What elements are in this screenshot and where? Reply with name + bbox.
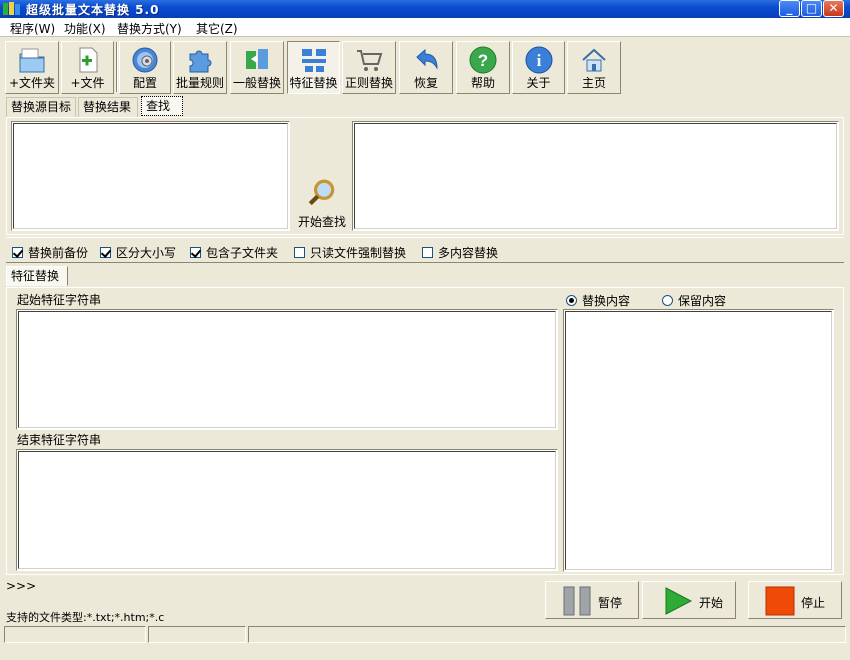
status-pane-2: [148, 626, 246, 643]
radio-selected: [566, 295, 577, 306]
menu-other[interactable]: 其它(Z): [196, 20, 238, 37]
help-label: 帮助: [470, 76, 495, 90]
replacement-content-input[interactable]: [563, 309, 834, 572]
start-find-button[interactable]: 开始查找: [294, 122, 350, 230]
tab-replace-result[interactable]: 替换结果: [78, 97, 138, 117]
start-feature-input[interactable]: [16, 309, 558, 430]
config-label: 配置: [132, 76, 157, 90]
stop-label: 停止: [801, 596, 826, 610]
radio-unselected: [662, 295, 673, 306]
pause-button[interactable]: 暂停: [545, 581, 639, 619]
config-gear-icon: [132, 47, 158, 73]
start-button[interactable]: 开始: [642, 581, 736, 619]
pause-icon: [563, 586, 591, 616]
menu-function[interactable]: 功能(X): [64, 20, 106, 37]
add-folder-icon: [19, 48, 45, 73]
start-label: 开始: [699, 596, 724, 610]
backup-label: 替换前备份: [28, 246, 89, 260]
tab-feature-replace[interactable]: 特征替换: [6, 266, 68, 286]
start-feature-label: 起始特征字符串: [17, 293, 102, 307]
help-button[interactable]: ? 帮助: [456, 41, 510, 94]
help-icon: ?: [469, 46, 497, 74]
end-feature-input[interactable]: [16, 449, 558, 571]
status-bar: [0, 625, 850, 644]
window-title: 超级批量文本替换 5.0: [26, 3, 160, 17]
multi-content-label: 多内容替换: [438, 246, 499, 260]
replace-content-label: 替换内容: [582, 294, 631, 308]
file-types-text: 支持的文件类型:*.txt;*.htm;*.c: [6, 611, 165, 624]
about-label: 关于: [526, 76, 551, 90]
pause-label: 暂停: [598, 596, 623, 610]
info-icon: i: [525, 46, 552, 74]
close-button[interactable]: ✕: [823, 0, 844, 17]
regex-replace-button[interactable]: 正则替换: [342, 41, 396, 94]
config-button[interactable]: 配置: [119, 41, 171, 94]
menu-program[interactable]: 程序(W): [10, 20, 55, 37]
undo-arrow-icon: [416, 48, 438, 70]
restore-label: 恢复: [413, 76, 438, 90]
checkbox-checked: [100, 247, 111, 258]
keep-content-radio[interactable]: 保留内容: [662, 292, 726, 309]
find-input[interactable]: [11, 121, 290, 231]
readonly-checkbox[interactable]: 只读文件强制替换: [294, 244, 406, 261]
add-folder-label: +文件夹: [8, 76, 56, 90]
options-row: 替换前备份 区分大小写 包含子文件夹 只读文件强制替换 多内容替换: [6, 237, 844, 263]
regex-replace-label: 正则替换: [344, 76, 393, 90]
general-replace-label: 一般替换: [232, 76, 281, 90]
stop-button[interactable]: 停止: [748, 581, 842, 619]
stop-icon: [765, 586, 795, 616]
home-label: 主页: [581, 76, 606, 90]
batch-rules-label: 批量规则: [175, 76, 224, 90]
general-replace-icon: [246, 49, 268, 69]
puzzle-icon: [189, 50, 212, 73]
magnifier-icon: [308, 179, 335, 206]
feature-replace-icon: [301, 49, 326, 72]
menu-bar: 程序(W) 功能(X) 替换方式(Y) 其它(Z): [0, 18, 850, 37]
maximize-button[interactable]: □: [801, 0, 822, 17]
add-file-icon: [79, 47, 97, 73]
backup-checkbox[interactable]: 替换前备份: [12, 244, 88, 261]
multi-content-checkbox[interactable]: 多内容替换: [422, 244, 498, 261]
status-pane-1: [4, 626, 146, 643]
add-folder-button[interactable]: +文件夹: [5, 41, 59, 94]
end-feature-label: 结束特征字符串: [17, 433, 102, 447]
general-replace-button[interactable]: 一般替换: [230, 41, 284, 94]
subfolders-checkbox[interactable]: 包含子文件夹: [190, 244, 278, 261]
feature-replace-button[interactable]: 特征替换: [287, 41, 340, 94]
readonly-label: 只读文件强制替换: [310, 246, 407, 260]
keep-content-label: 保留内容: [678, 294, 727, 308]
home-button[interactable]: 主页: [567, 41, 621, 94]
restore-button[interactable]: 恢复: [399, 41, 453, 94]
minimize-button[interactable]: _: [779, 0, 800, 17]
app-icon: [3, 2, 20, 15]
batch-rules-button[interactable]: 批量规则: [173, 41, 227, 94]
checkbox-checked: [12, 247, 23, 258]
find-results[interactable]: [352, 121, 839, 231]
feature-replace-label: 特征替换: [289, 76, 338, 90]
tab-find[interactable]: 查找: [141, 96, 183, 116]
checkbox-checked: [190, 247, 201, 258]
about-button[interactable]: i 关于: [512, 41, 565, 94]
checkbox-unchecked: [294, 247, 305, 258]
case-label: 区分大小写: [116, 246, 177, 260]
toolbar: +文件夹 +文件 配置 批量规则 一般替换 特征替换 正则替换 恢复 ? 帮助 …: [0, 38, 850, 96]
title-bar: 超级批量文本替换 5.0 _ □ ✕: [0, 0, 850, 18]
svg-text:i: i: [536, 51, 541, 70]
cart-icon: [357, 50, 383, 71]
menu-replace-mode[interactable]: 替换方式(Y): [117, 20, 182, 37]
add-file-button[interactable]: +文件: [61, 41, 114, 94]
add-file-label: +文件: [70, 76, 105, 90]
checkbox-unchecked: [422, 247, 433, 258]
replace-content-radio[interactable]: 替换内容: [566, 292, 630, 309]
tab-source-target[interactable]: 替换源目标: [6, 97, 76, 117]
subfolders-label: 包含子文件夹: [206, 246, 279, 260]
home-icon: [582, 48, 606, 72]
log-prompt: >>>: [6, 579, 37, 593]
play-icon: [665, 587, 693, 615]
toolbar-separator: [116, 42, 118, 92]
case-checkbox[interactable]: 区分大小写: [100, 244, 176, 261]
svg-text:?: ?: [478, 51, 488, 70]
start-find-label: 开始查找: [297, 215, 346, 229]
status-pane-3: [248, 626, 846, 643]
